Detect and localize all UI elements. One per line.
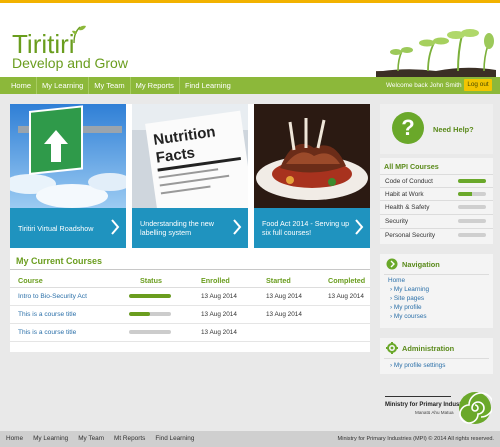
chevron-right-icon: [111, 219, 120, 235]
footer-link-my-team[interactable]: My Team: [78, 431, 114, 447]
footer-link-find-learning[interactable]: Find Learning: [155, 431, 204, 447]
progress-bar: [458, 233, 486, 237]
started-date: 13 Aug 2014: [266, 311, 302, 318]
section-title-current-courses: My Current Courses: [16, 256, 103, 266]
tile-caption: Food Act 2014 - Serving up six full cour…: [254, 208, 370, 248]
tile-virtual-roadshow[interactable]: Tiritiri Virtual Roadshow: [10, 104, 126, 248]
nav-link-home[interactable]: Home: [388, 277, 405, 284]
tile-food-act[interactable]: Food Act 2014 - Serving up six full cour…: [254, 104, 370, 248]
need-help-panel[interactable]: ? Need Help?: [380, 104, 493, 154]
nutrition-facts-image: Nutrition Facts: [132, 104, 248, 208]
compass-icon: [386, 258, 398, 270]
gear-icon: [386, 342, 398, 354]
mpi-course-label: Health & Safety: [385, 204, 430, 211]
nav-item-home[interactable]: Home: [6, 77, 38, 94]
table-row: This is a course title 13 Aug 2014: [10, 324, 370, 342]
table-row: This is a course title 13 Aug 2014 13 Au…: [10, 306, 370, 324]
nav-link-site-pages[interactable]: › Site pages: [390, 295, 424, 302]
nav-link-my-courses[interactable]: › My courses: [390, 313, 427, 320]
site-title[interactable]: Tiritiri: [12, 31, 75, 57]
site-header: Tiritiri Develop and Grow: [0, 3, 500, 79]
divider: [384, 358, 489, 359]
chevron-right-icon: [233, 219, 242, 235]
progress-bar: [129, 312, 171, 316]
column-header-started: Started: [266, 276, 291, 285]
enrolled-date: 13 Aug 2014: [201, 329, 237, 336]
mpi-course-label: Code of Conduct: [385, 178, 433, 185]
completed-date: 13 Aug 2014: [328, 293, 364, 300]
progress-bar: [458, 219, 486, 223]
navigation-panel: Navigation Home › My Learning › Site pag…: [380, 254, 493, 328]
question-icon: ?: [392, 112, 424, 144]
nav-item-my-reports[interactable]: My Reports: [131, 77, 180, 94]
site-footer: Home My Learning My Team Mt Reports Find…: [0, 431, 500, 447]
nav-link-label: My profile: [393, 304, 422, 311]
panel-title: All MPI Courses: [384, 162, 439, 171]
nav-link-my-profile[interactable]: › My profile: [390, 304, 422, 311]
column-header-status: Status: [140, 276, 162, 285]
need-help-label: Need Help?: [433, 125, 474, 134]
leaf-logo-icon: [72, 25, 86, 44]
mpi-course-item[interactable]: Health & Safety: [380, 200, 493, 213]
nav-link-label: My courses: [393, 313, 427, 320]
seedlings-illustration-icon: [376, 29, 496, 79]
copyright-text: Ministry for Primary Industries (MPI) © …: [337, 436, 494, 442]
footer-link-home[interactable]: Home: [6, 431, 33, 447]
mpi-course-label: Personal Security: [385, 232, 436, 239]
footer-link-my-learning[interactable]: My Learning: [33, 431, 78, 447]
column-header-enrolled: Enrolled: [201, 276, 230, 285]
admin-link-label: My profile settings: [393, 362, 446, 369]
road-sign-arrow-image: [10, 104, 126, 208]
tile-labelling-system[interactable]: Nutrition Facts Understanding the new la…: [132, 104, 248, 248]
nav-link-label: My Learning: [393, 286, 430, 293]
tile-caption: Tiritiri Virtual Roadshow: [10, 208, 126, 248]
column-header-course: Course: [18, 276, 43, 285]
mpi-courses-panel: All MPI Courses Code of Conduct Habit at…: [380, 158, 493, 244]
table-row: Intro to Bio-Security Act 13 Aug 2014 13…: [10, 288, 370, 306]
course-link[interactable]: Intro to Bio-Security Act: [18, 293, 87, 300]
divider: [384, 274, 489, 275]
panel-title: Administration: [402, 344, 455, 353]
panel-title: Navigation: [402, 260, 440, 269]
admin-link-profile-settings[interactable]: › My profile settings: [390, 362, 445, 369]
mpi-course-item[interactable]: Habit at Work: [380, 187, 493, 200]
mpi-course-item[interactable]: Code of Conduct: [380, 174, 493, 187]
enrolled-date: 13 Aug 2014: [201, 293, 237, 300]
mpi-course-label: Habit at Work: [385, 191, 424, 198]
progress-bar: [458, 205, 486, 209]
administration-panel: Administration › My profile settings: [380, 338, 493, 374]
lamb-dish-image: [254, 104, 370, 208]
footer-link-my-reports[interactable]: Mt Reports: [114, 431, 155, 447]
course-link[interactable]: This is a course title: [18, 311, 76, 318]
column-header-completed: Completed: [328, 276, 366, 285]
mpi-course-item[interactable]: Personal Security: [380, 228, 493, 241]
nav-item-my-learning[interactable]: My Learning: [37, 77, 90, 94]
main-content: Tiritiri Virtual Roadshow Nutrition Fact…: [10, 104, 370, 352]
ministry-maori-name: Manatū Ahu Matua: [415, 410, 454, 415]
progress-bar: [458, 192, 486, 196]
enrolled-date: 13 Aug 2014: [201, 311, 237, 318]
course-link[interactable]: This is a course title: [18, 329, 76, 336]
divider: [10, 269, 370, 270]
welcome-message: Welcome back John Smith: [386, 82, 462, 89]
tile-caption: Understanding the new labelling system: [132, 208, 248, 248]
nav-item-my-team[interactable]: My Team: [89, 77, 131, 94]
progress-bar: [458, 179, 486, 183]
nav-link-label: Site pages: [393, 295, 425, 302]
progress-bar: [129, 330, 171, 334]
logout-button[interactable]: Log out: [464, 79, 492, 91]
site-subtitle: Develop and Grow: [12, 55, 128, 71]
nav-item-find-learning[interactable]: Find Learning: [180, 77, 236, 94]
chevron-right-icon: [355, 219, 364, 235]
mpi-spiral-logo-icon: [459, 392, 492, 424]
main-nav: Home My Learning My Team My Reports Find…: [0, 77, 500, 94]
progress-bar: [129, 294, 171, 298]
mpi-course-label: Security: [385, 218, 409, 225]
mpi-course-item[interactable]: Security: [380, 214, 493, 227]
started-date: 13 Aug 2014: [266, 293, 302, 300]
nav-link-my-learning[interactable]: › My Learning: [390, 286, 429, 293]
